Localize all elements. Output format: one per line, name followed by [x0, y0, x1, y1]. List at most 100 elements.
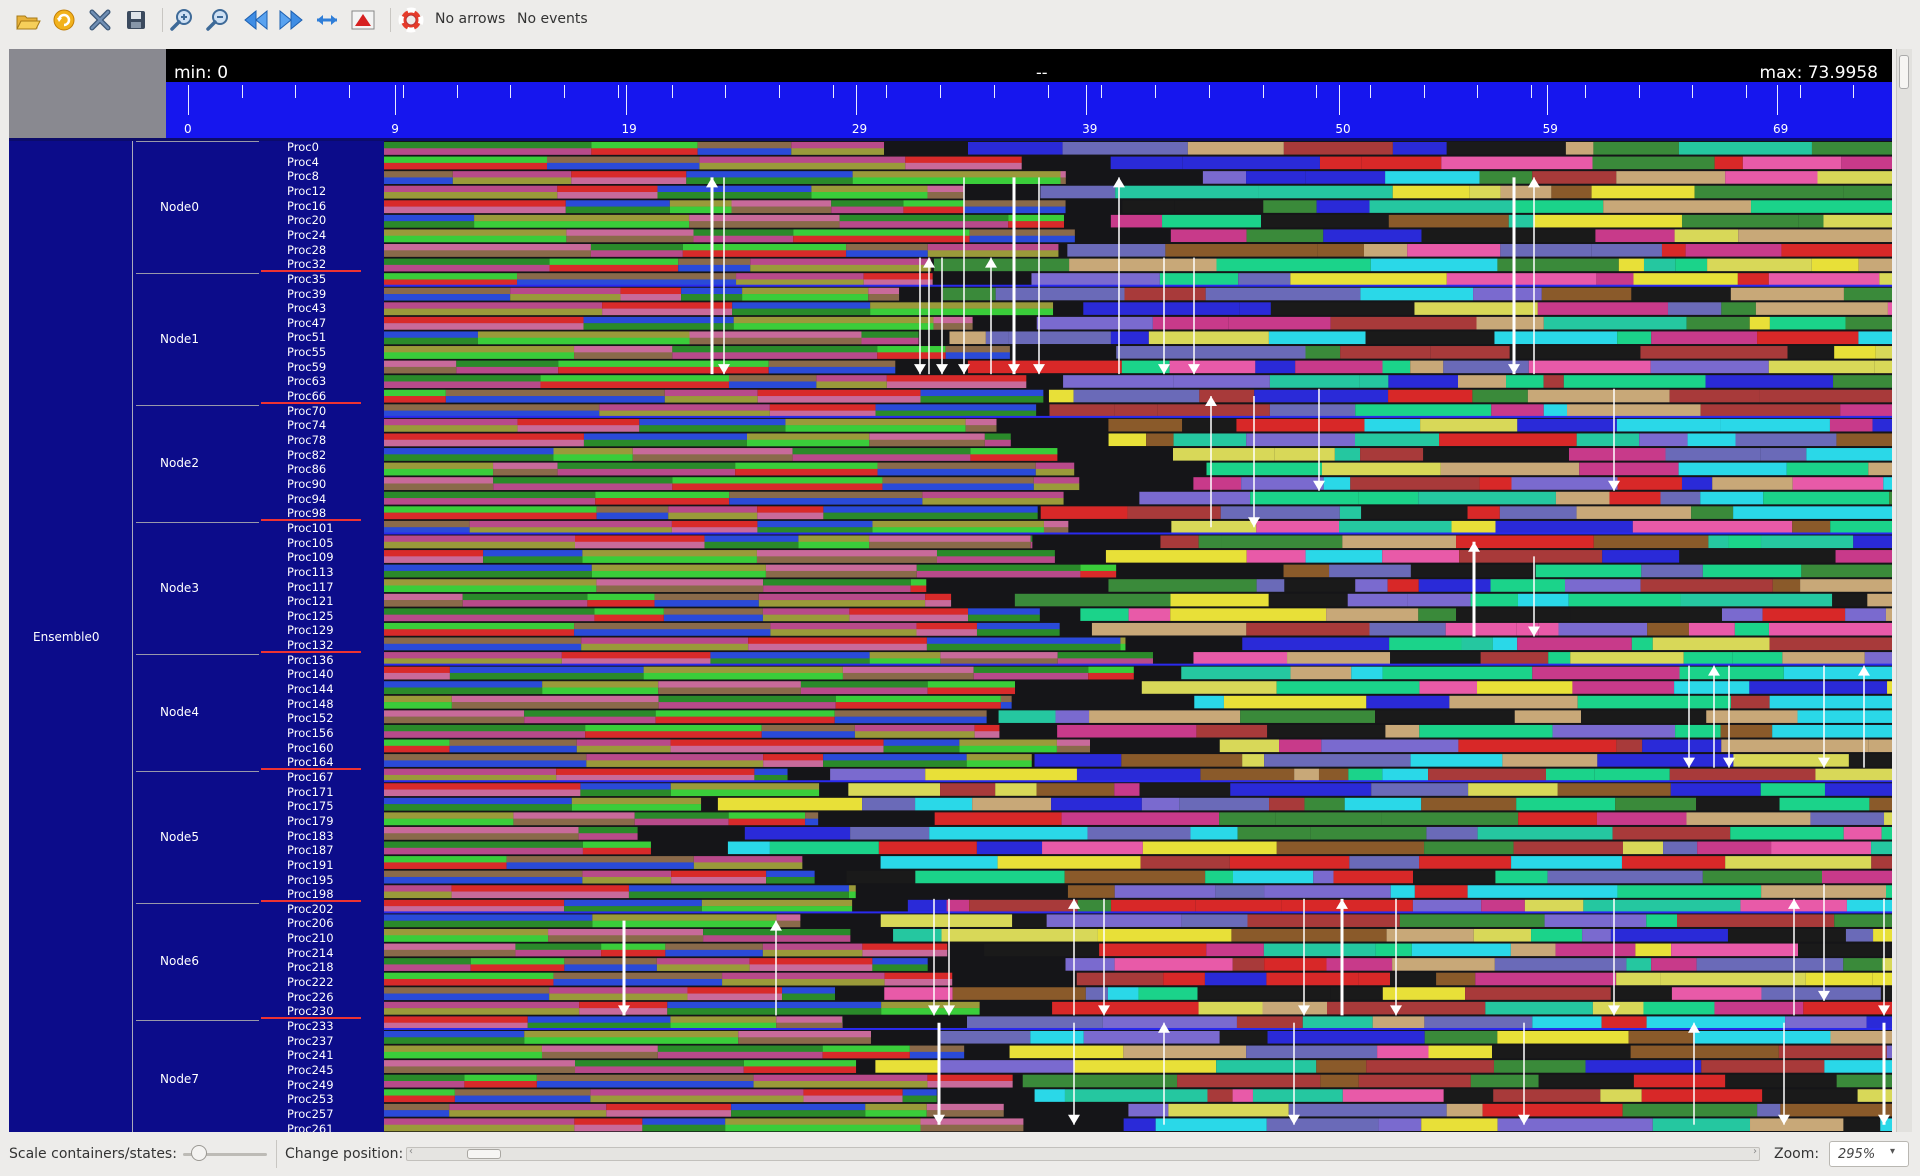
state-bar[interactable] [1269, 797, 1305, 811]
state-bar[interactable] [1139, 491, 1251, 505]
state-bar[interactable] [642, 1118, 726, 1125]
state-bar[interactable] [1517, 418, 1617, 432]
state-bar[interactable] [542, 681, 659, 688]
state-bar[interactable] [1269, 404, 1356, 417]
state-bar[interactable] [670, 739, 884, 747]
state-bar[interactable] [1057, 724, 1197, 738]
state-bar[interactable] [798, 541, 870, 549]
state-bar[interactable] [973, 672, 1089, 680]
state-bar[interactable] [585, 731, 762, 738]
state-bar[interactable] [664, 396, 758, 403]
state-bar[interactable] [672, 346, 878, 353]
state-bar[interactable] [599, 404, 770, 411]
time-ruler[interactable]: min: 0 -- max: 73.9958 0 9 19 29 39 50 59 69 [166, 49, 1892, 138]
state-bar[interactable] [910, 579, 927, 586]
state-bar[interactable] [934, 812, 1062, 825]
state-bar[interactable] [451, 702, 659, 709]
state-bar[interactable] [1725, 856, 1872, 869]
state-bar[interactable] [945, 352, 1010, 359]
proc-row[interactable]: Proc70 [261, 405, 384, 420]
state-bar[interactable] [803, 1089, 903, 1096]
state-bar[interactable] [582, 556, 757, 563]
state-bar[interactable] [725, 1124, 921, 1132]
state-bar[interactable] [1518, 812, 1597, 825]
state-bar[interactable] [384, 760, 587, 767]
state-bar[interactable] [1048, 389, 1074, 403]
state-bar[interactable] [689, 331, 862, 339]
state-bar[interactable] [1102, 1016, 1237, 1029]
state-bar[interactable] [793, 235, 970, 243]
state-bar[interactable] [1545, 768, 1595, 782]
state-bar[interactable] [1173, 433, 1247, 447]
state-bar[interactable] [1283, 564, 1330, 578]
state-bar[interactable] [384, 812, 514, 819]
state-bar[interactable] [1407, 244, 1501, 257]
state-bar[interactable] [384, 614, 595, 622]
state-bar[interactable] [1674, 681, 1750, 694]
state-bar[interactable] [1565, 142, 1594, 155]
state-bar[interactable] [665, 943, 763, 951]
state-bar[interactable] [524, 1037, 739, 1044]
state-bar[interactable] [1701, 1060, 1825, 1073]
state-bar[interactable] [1737, 273, 1769, 286]
state-bar[interactable] [642, 1124, 726, 1132]
state-bar[interactable] [1360, 448, 1424, 461]
state-bar[interactable] [1390, 972, 1437, 986]
state-bar[interactable] [384, 768, 557, 776]
state-bar[interactable] [1258, 185, 1393, 199]
state-bar[interactable] [513, 818, 635, 826]
state-bar[interactable] [883, 739, 960, 747]
state-bar[interactable] [936, 556, 1055, 563]
state-bar[interactable] [384, 142, 592, 149]
state-bar[interactable] [933, 316, 973, 324]
proc-row[interactable]: Proc160 [261, 742, 384, 757]
state-bar[interactable] [1268, 593, 1348, 607]
state-bar[interactable] [1786, 462, 1869, 476]
state-bar[interactable] [384, 258, 550, 266]
state-bar[interactable] [848, 885, 856, 892]
state-bar[interactable] [933, 258, 1070, 272]
state-bar[interactable] [384, 1008, 580, 1015]
state-bar[interactable] [1033, 477, 1080, 484]
state-bar[interactable] [886, 375, 1027, 382]
state-bar[interactable] [1630, 1045, 1779, 1059]
state-bar[interactable] [1205, 287, 1361, 301]
state-bar[interactable] [1008, 214, 1065, 222]
state-bar[interactable] [384, 284, 1892, 287]
state-bar[interactable] [872, 964, 928, 971]
state-bar[interactable] [750, 264, 932, 272]
ensemble-container[interactable]: Ensemble0 [9, 141, 133, 1132]
state-bar[interactable] [1685, 244, 1782, 257]
state-bar[interactable] [1350, 477, 1480, 490]
state-bar[interactable] [728, 375, 817, 382]
state-bar[interactable] [449, 1103, 607, 1111]
state-bar[interactable] [1294, 768, 1319, 782]
state-bar[interactable] [1358, 972, 1391, 986]
state-bar[interactable] [1712, 477, 1793, 490]
state-bar[interactable] [925, 600, 952, 607]
previous-icon[interactable] [242, 7, 270, 33]
state-bar[interactable] [1495, 870, 1548, 884]
proc-row[interactable]: Proc183 [261, 830, 384, 845]
open-file-icon[interactable] [14, 7, 42, 33]
state-bar[interactable] [756, 556, 937, 563]
state-bar[interactable] [1170, 229, 1247, 243]
state-bar[interactable] [524, 710, 656, 717]
proc-row[interactable]: Proc16 [261, 200, 384, 215]
state-bar[interactable] [1543, 316, 1687, 330]
state-bar[interactable] [1305, 346, 1341, 359]
state-bar[interactable] [738, 1037, 871, 1044]
state-bar[interactable] [1330, 316, 1477, 330]
state-bar[interactable] [1769, 695, 1892, 709]
state-bar[interactable] [1490, 579, 1566, 592]
state-bar[interactable] [590, 244, 683, 251]
state-bar[interactable] [916, 622, 977, 630]
state-bar[interactable] [882, 477, 1034, 484]
state-bar[interactable] [1778, 1045, 1887, 1059]
state-bar[interactable] [1366, 1060, 1494, 1073]
state-bar[interactable] [1369, 200, 1515, 213]
state-bar[interactable] [728, 381, 817, 389]
state-bar[interactable] [1242, 754, 1265, 767]
state-bar[interactable] [384, 323, 584, 330]
state-bar[interactable] [1323, 229, 1422, 243]
